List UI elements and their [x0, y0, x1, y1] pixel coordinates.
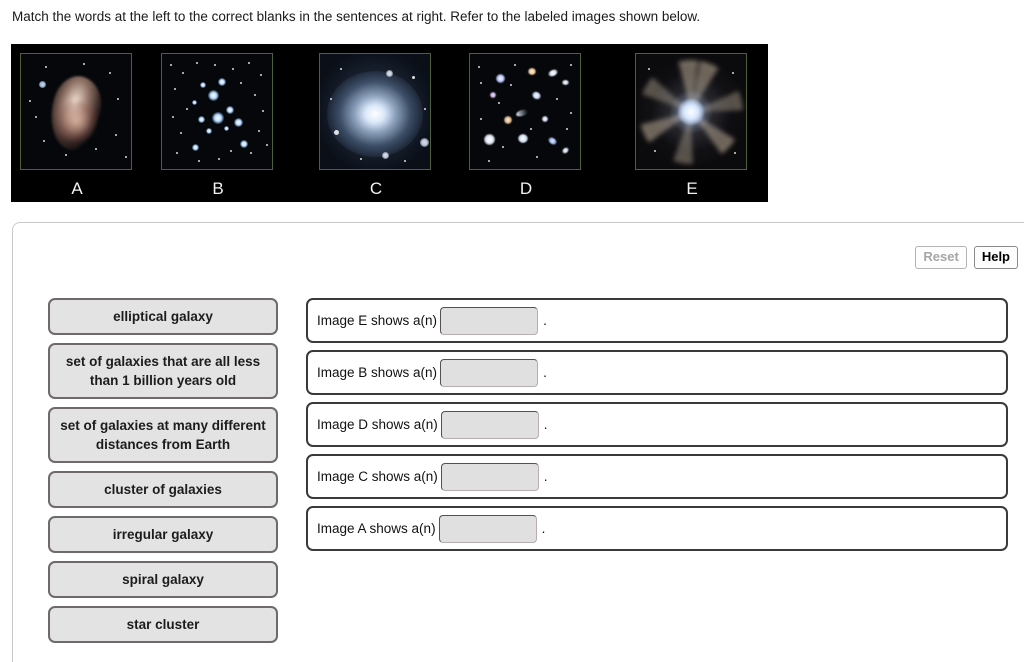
drop-target-image-c[interactable] [440, 462, 539, 491]
thumbnail-c: C [319, 53, 433, 198]
sentence-suffix: . [543, 468, 548, 484]
sentence-row-image-d[interactable]: Image D shows a(n) . [306, 402, 1008, 447]
reset-button[interactable]: Reset [915, 246, 967, 269]
thumbnail-c-frame [319, 53, 431, 170]
drop-target-image-e[interactable] [440, 306, 539, 335]
toolbar: Reset Help [915, 246, 1018, 269]
word-tile-elliptical-galaxy[interactable]: elliptical galaxy [48, 298, 278, 335]
galaxy-cluster-icon [470, 54, 580, 169]
thumbnail-c-label: C [369, 179, 383, 198]
sentence-prefix: Image A shows a(n) [317, 520, 436, 536]
help-button[interactable]: Help [973, 246, 1018, 269]
sentence-prefix: Image E shows a(n) [317, 312, 438, 328]
activity-panel: Reset Help elliptical galaxy set of gala… [12, 222, 1024, 662]
instruction-text: Match the words at the left to the corre… [12, 9, 701, 24]
sentence-row-image-a[interactable]: Image A shows a(n) . [306, 506, 1008, 551]
thumbnail-b-label: B [212, 179, 224, 198]
thumbnail-e-frame [635, 53, 747, 170]
labeled-images-strip: A B C D E [11, 44, 768, 202]
word-tile-irregular-galaxy[interactable]: irregular galaxy [48, 516, 278, 553]
word-tile-star-cluster[interactable]: star cluster [48, 606, 278, 643]
sentence-suffix: . [543, 364, 547, 380]
thumbnail-a-label: A [71, 179, 83, 198]
sentence-prefix: Image C shows a(n) [317, 468, 438, 484]
drop-target-image-a[interactable] [438, 514, 537, 543]
star-cluster-icon [162, 54, 272, 169]
thumbnail-d: D [469, 53, 583, 198]
sentence-row-image-e[interactable]: Image E shows a(n) . [306, 298, 1008, 343]
drop-target-image-b[interactable] [440, 358, 539, 387]
sentence-prefix: Image D shows a(n) [317, 416, 438, 432]
word-bank: elliptical galaxy set of galaxies that a… [48, 298, 278, 651]
sentence-row-image-c[interactable]: Image C shows a(n) . [306, 454, 1008, 499]
thumbnail-d-frame [469, 53, 581, 170]
irregular-galaxy-icon [21, 54, 131, 169]
word-tile-young-galaxies[interactable]: set of galaxies that are all less than 1… [48, 343, 278, 399]
word-tile-spiral-galaxy[interactable]: spiral galaxy [48, 561, 278, 598]
sentence-list: Image E shows a(n) . Image B shows a(n) … [306, 298, 1008, 558]
sentence-prefix: Image B shows a(n) [317, 364, 438, 380]
thumbnail-d-label: D [519, 179, 533, 198]
sentence-suffix: . [543, 416, 548, 432]
sentence-suffix: . [541, 520, 546, 536]
thumbnail-b: B [161, 53, 275, 198]
thumbnail-e: E [635, 53, 749, 198]
word-tile-many-distances[interactable]: set of galaxies at many different distan… [48, 407, 278, 463]
sentence-suffix: . [543, 312, 547, 328]
sentence-row-image-b[interactable]: Image B shows a(n) . [306, 350, 1008, 395]
thumbnail-a: A [20, 53, 134, 198]
word-tile-cluster-of-galaxies[interactable]: cluster of galaxies [48, 471, 278, 508]
thumbnail-a-frame [20, 53, 132, 170]
drop-target-image-d[interactable] [440, 410, 539, 439]
thumbnail-e-label: E [686, 179, 698, 198]
spiral-galaxy-icon [636, 54, 746, 169]
elliptical-galaxy-icon [320, 54, 430, 169]
thumbnail-b-frame [161, 53, 273, 170]
